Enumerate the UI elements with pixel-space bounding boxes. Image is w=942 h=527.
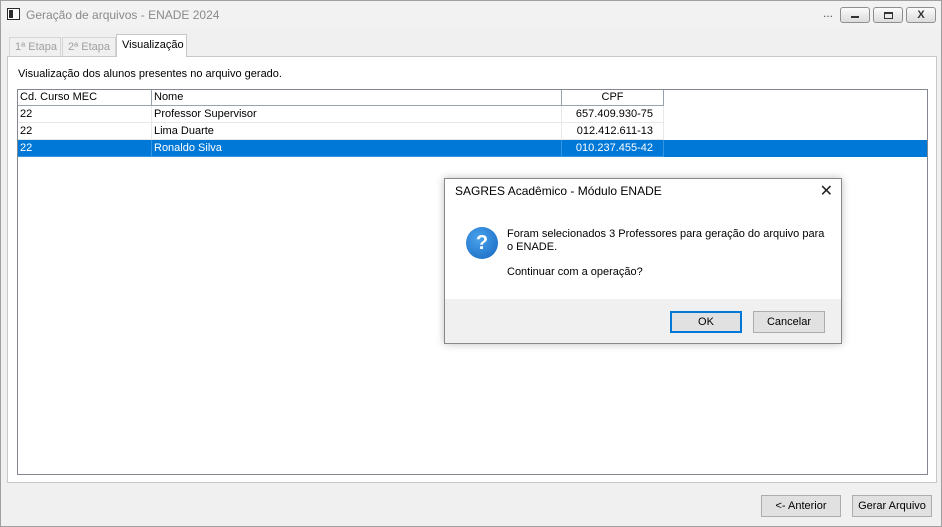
grid-header: Cd. Curso MEC Nome CPF <box>18 90 664 106</box>
minimize-button[interactable] <box>840 7 870 23</box>
cell-curso: 22 <box>18 123 152 140</box>
tab-etapa-1[interactable]: 1ª Etapa <box>9 37 61 56</box>
question-icon: ? <box>466 227 498 259</box>
table-row[interactable]: 22 Professor Supervisor 657.409.930-75 <box>18 106 927 123</box>
dialog-question: Continuar com a operação? <box>507 266 643 278</box>
cell-cpf: 657.409.930-75 <box>562 106 664 123</box>
ok-button[interactable]: OK <box>670 311 742 333</box>
cell-nome: Lima Duarte <box>152 123 562 140</box>
column-header-curso[interactable]: Cd. Curso MEC <box>18 90 152 106</box>
tab-etapa-2[interactable]: 2ª Etapa <box>62 37 116 56</box>
dialog-footer: OK Cancelar <box>445 299 841 343</box>
column-header-nome[interactable]: Nome <box>152 90 562 106</box>
cell-nome: Professor Supervisor <box>152 106 562 123</box>
confirm-dialog: SAGRES Acadêmico - Módulo ENADE ✕ ? Fora… <box>444 178 842 344</box>
dialog-title: SAGRES Acadêmico - Módulo ENADE <box>455 184 662 198</box>
previous-button[interactable]: <- Anterior <box>761 495 841 517</box>
dialog-message: Foram selecionados 3 Professores para ge… <box>507 228 825 253</box>
table-row-selected[interactable]: 22 Ronaldo Silva 010.237.455-42 <box>18 140 927 157</box>
cell-nome: Ronaldo Silva <box>152 140 562 157</box>
more-options-button[interactable]: ... <box>823 6 833 20</box>
column-header-cpf[interactable]: CPF <box>562 90 664 106</box>
cell-curso: 22 <box>18 106 152 123</box>
generate-file-button[interactable]: Gerar Arquivo <box>852 495 932 517</box>
cancel-button[interactable]: Cancelar <box>753 311 825 333</box>
dialog-close-icon[interactable]: ✕ <box>820 181 833 201</box>
cell-curso: 22 <box>18 140 152 157</box>
tab-visualizacao[interactable]: Visualização <box>116 34 187 57</box>
title-bar: Geração de arquivos - ENADE 2024 ... X <box>1 1 941 29</box>
close-icon: X <box>917 9 925 21</box>
app-icon <box>7 8 20 20</box>
maximize-button[interactable] <box>873 7 903 23</box>
panel-description: Visualização dos alunos presentes no arq… <box>18 68 282 80</box>
cell-cpf: 010.237.455-42 <box>562 140 664 157</box>
table-row[interactable]: 22 Lima Duarte 012.412.611-13 <box>18 123 927 140</box>
close-button[interactable]: X <box>906 7 936 23</box>
minimize-icon <box>851 16 859 18</box>
window-title: Geração de arquivos - ENADE 2024 <box>26 8 220 22</box>
cell-cpf: 012.412.611-13 <box>562 123 664 140</box>
maximize-icon <box>883 11 893 19</box>
